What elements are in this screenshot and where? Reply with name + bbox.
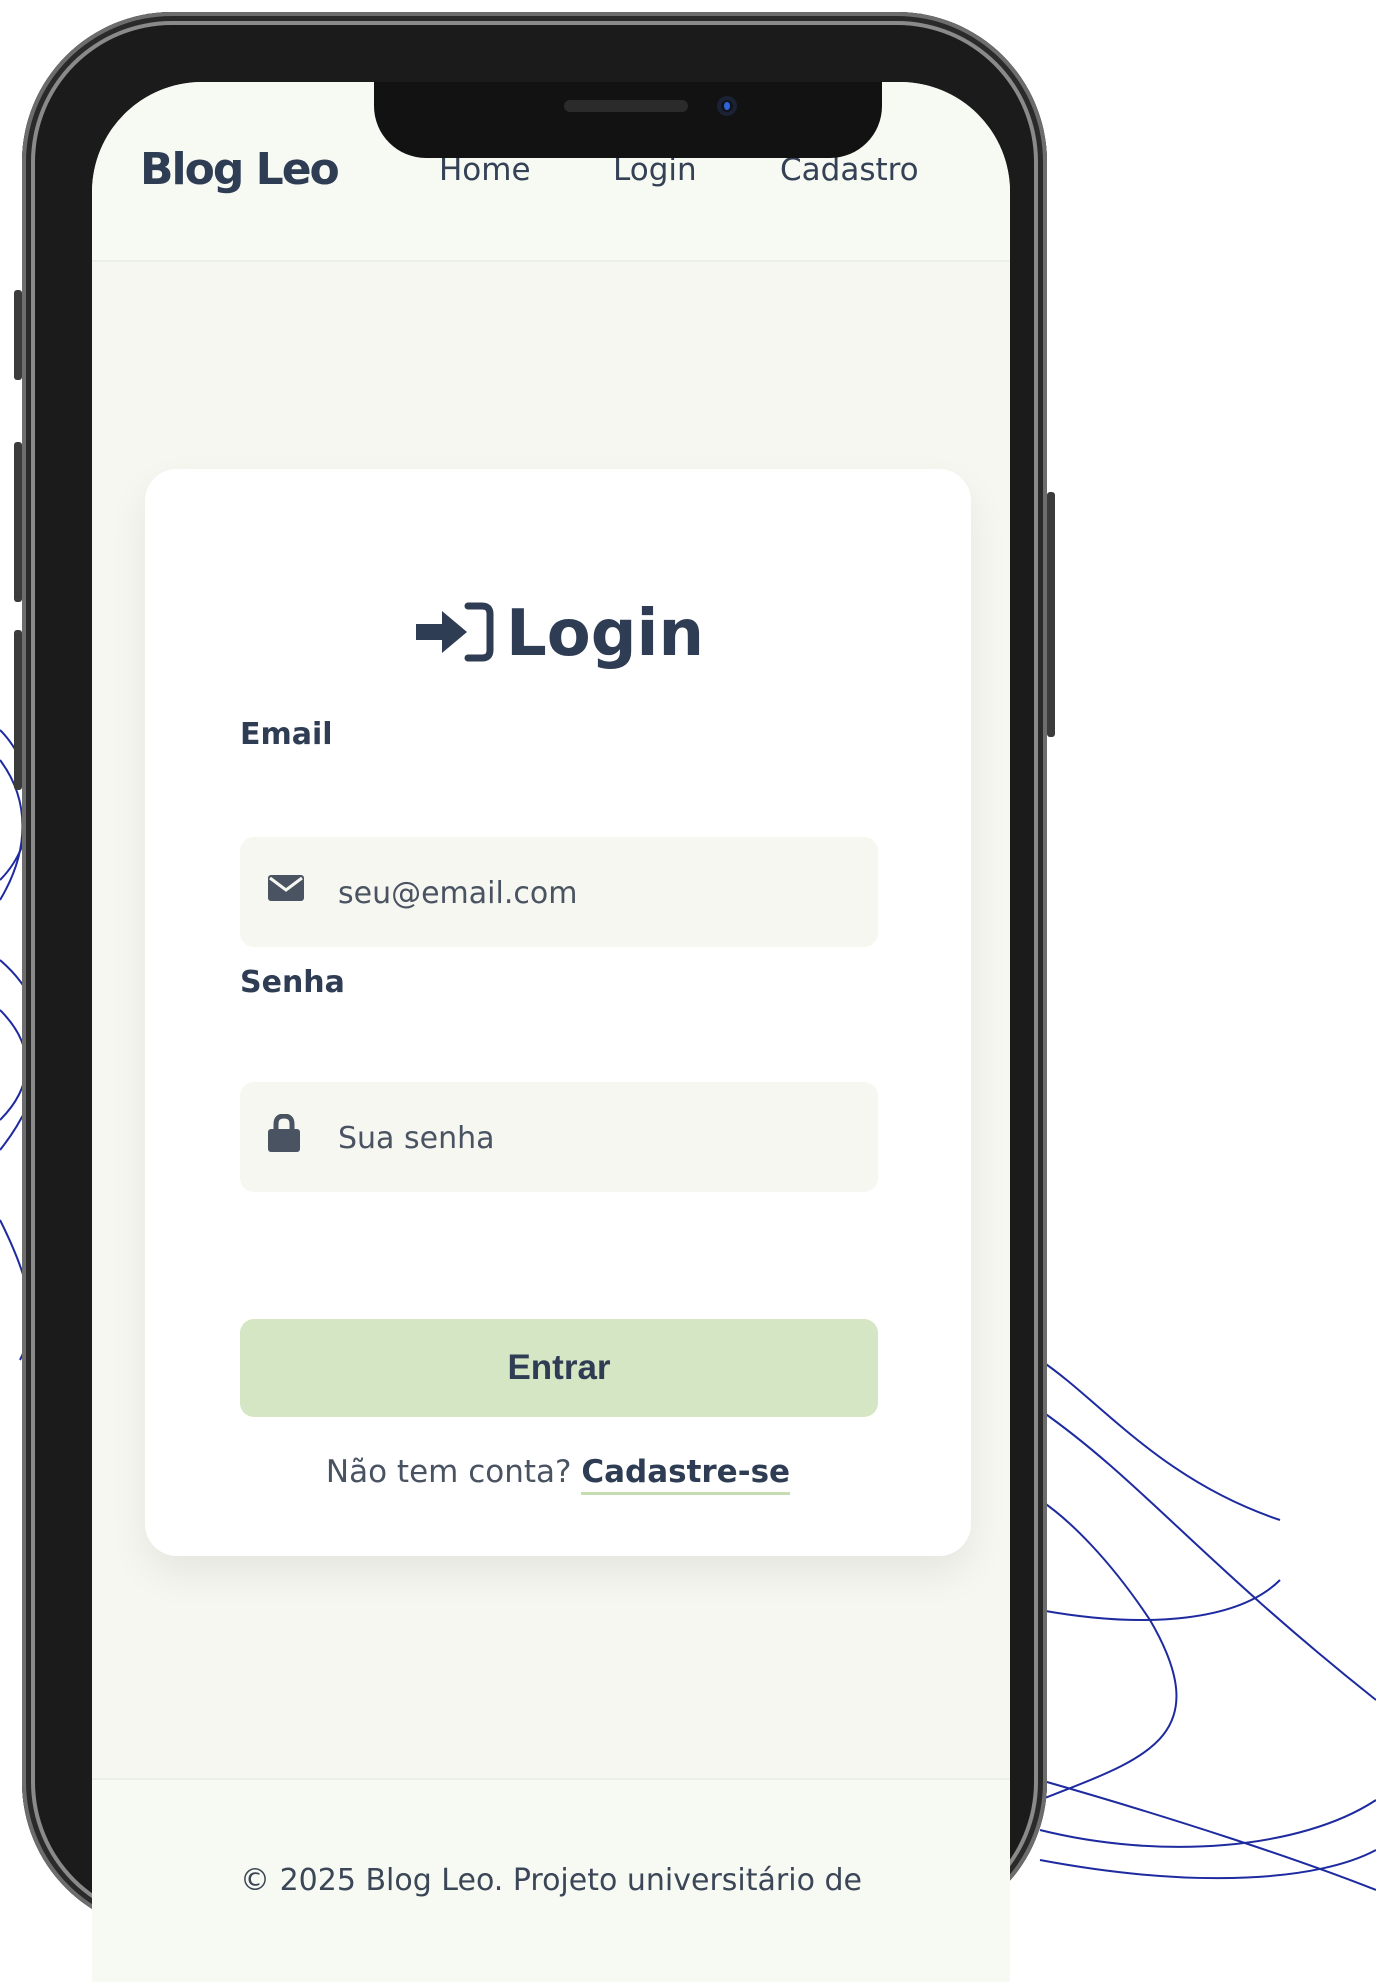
footer: © 2025 Blog Leo. Projeto universitário d… [92, 1778, 1010, 1982]
brand-logo[interactable]: Blog Leo [140, 144, 340, 195]
login-title: Login [145, 597, 971, 671]
phone-power-button [1047, 492, 1055, 737]
phone-screen: Blog Leo Home Login Cadastro Login Email [92, 82, 1010, 1982]
phone-side-button [14, 290, 22, 380]
login-card: Login Email Senha [145, 469, 971, 1556]
phone-volume-up-button [14, 442, 22, 602]
speaker-grille [564, 100, 688, 112]
envelope-icon [268, 875, 304, 905]
phone-frame: Blog Leo Home Login Cadastro Login Email [14, 12, 1055, 1982]
email-field-wrapper [240, 837, 878, 949]
phone-volume-down-button [14, 630, 22, 790]
login-title-text: Login [505, 597, 705, 671]
lock-icon [268, 1113, 300, 1156]
signup-prompt: Não tem conta? Cadastre-se [145, 1454, 971, 1495]
password-field-wrapper [240, 1082, 878, 1194]
front-camera [717, 96, 737, 116]
password-label: Senha [240, 965, 345, 1000]
signup-prompt-text: Não tem conta? [325, 1454, 572, 1490]
password-input[interactable] [336, 1082, 860, 1194]
email-input[interactable] [336, 837, 860, 949]
footer-text: © 2025 Blog Leo. Projeto universitário d… [240, 1863, 862, 1898]
phone-notch [374, 82, 882, 158]
email-label: Email [240, 717, 333, 752]
signup-link[interactable]: Cadastre-se [581, 1454, 791, 1495]
submit-button[interactable]: Entrar [240, 1319, 878, 1417]
sign-in-icon [412, 597, 494, 671]
